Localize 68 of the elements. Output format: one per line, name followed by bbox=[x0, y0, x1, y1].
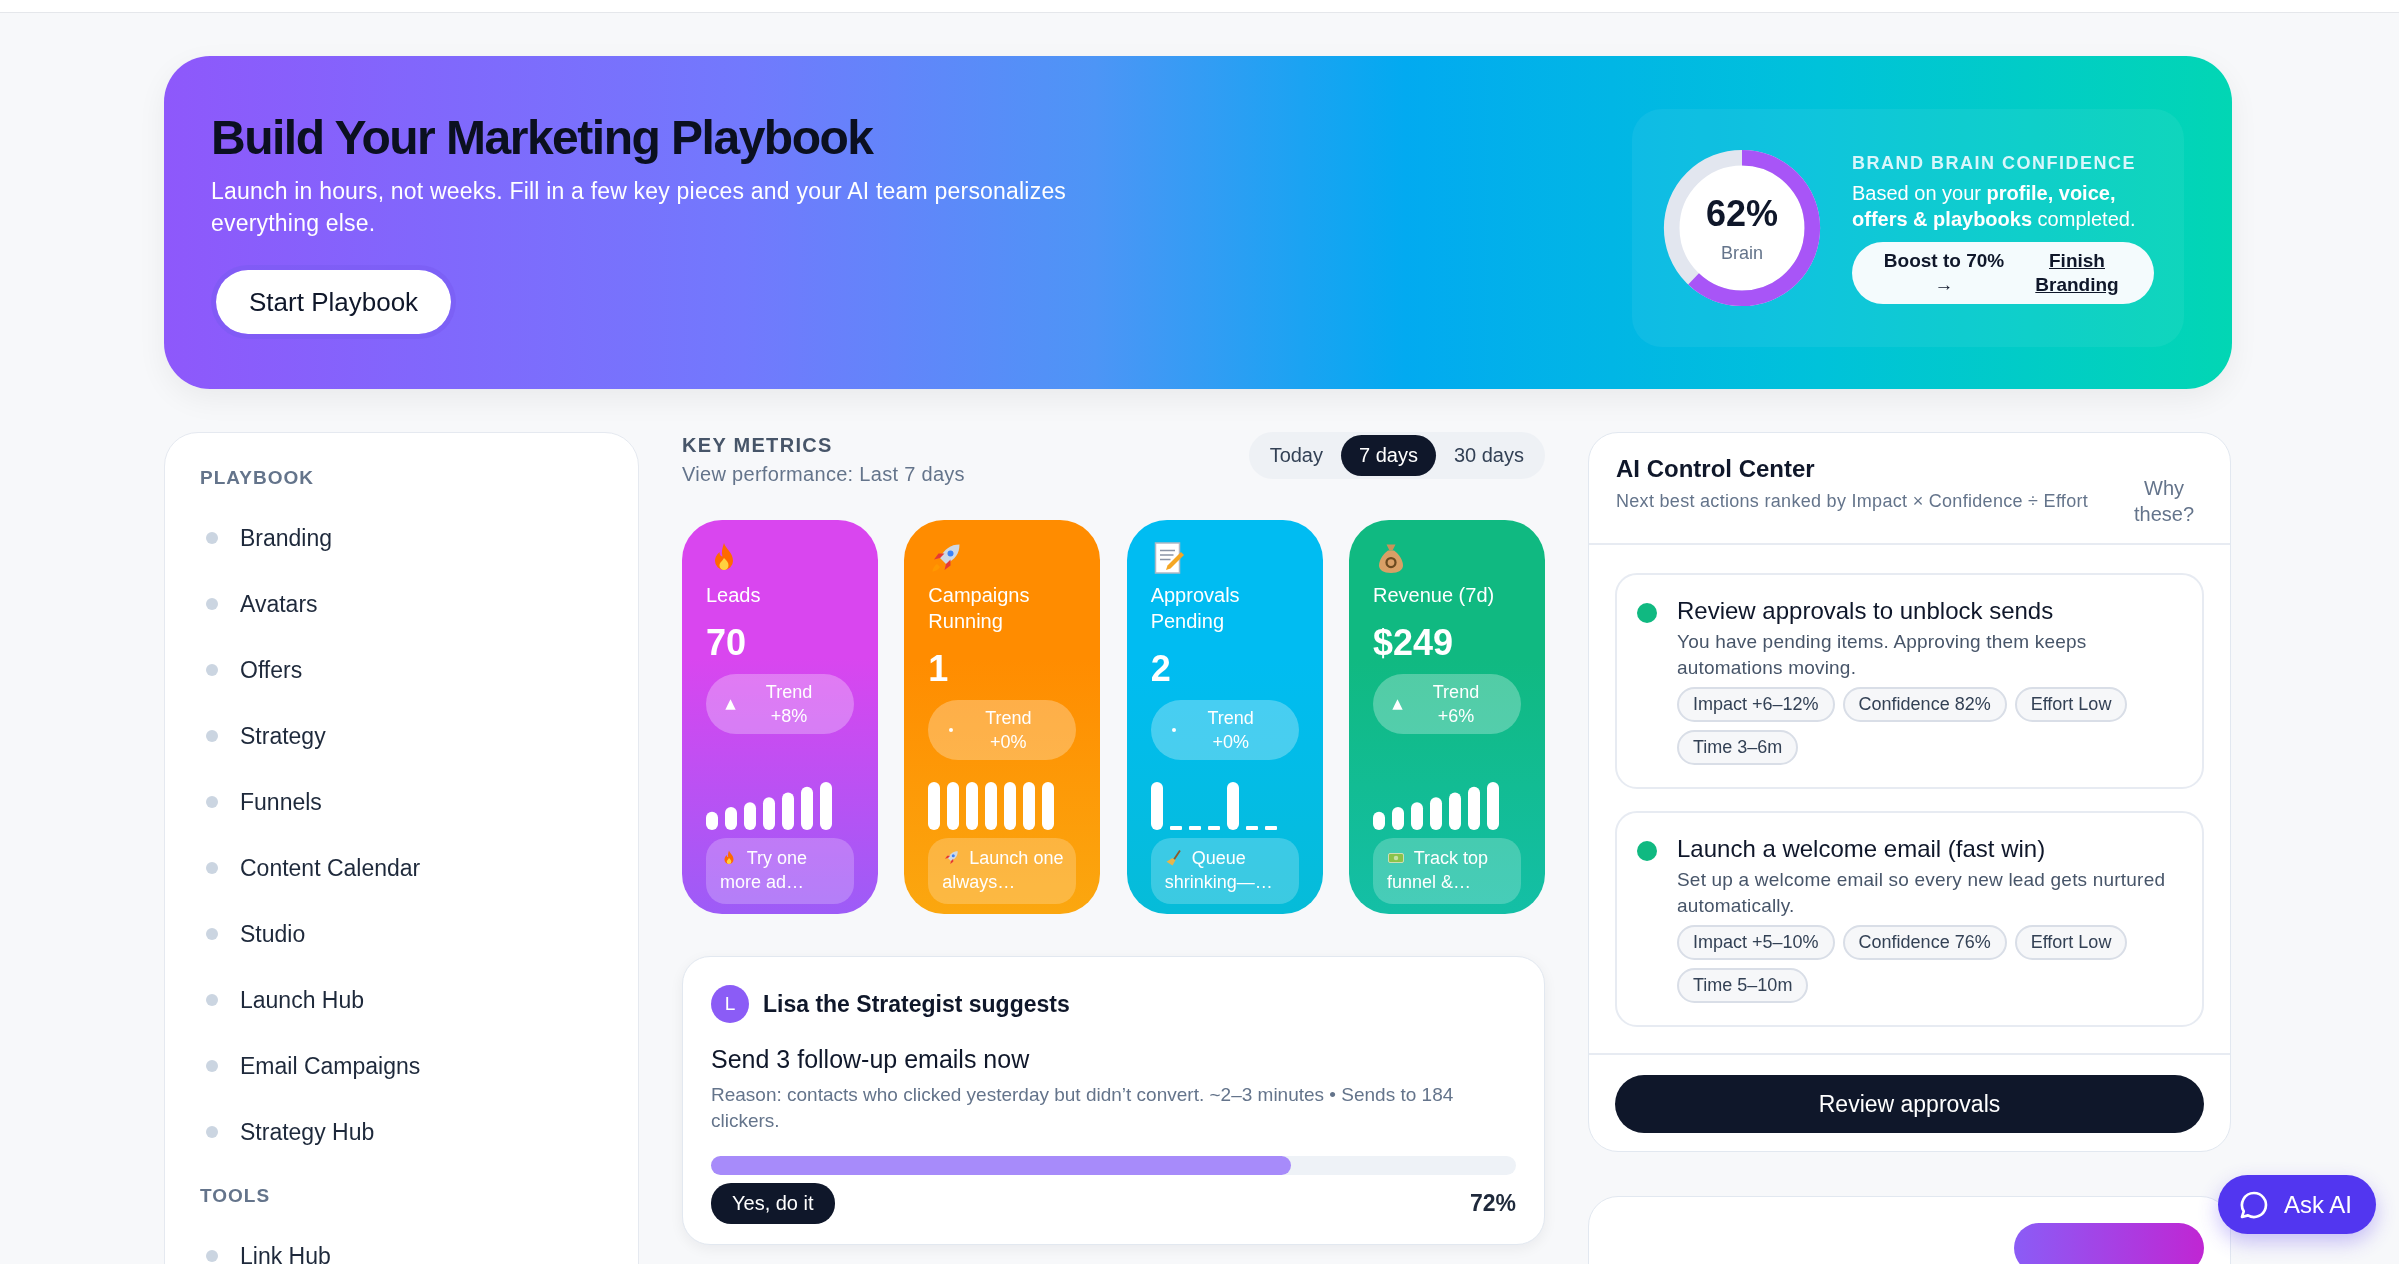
trend-text: Trend +8% bbox=[764, 681, 814, 728]
suggestion-reason: Reason: contacts who clicked yesterday but didn’t convert. ~2–3 minutes • Sends to 184 clickers. bbox=[711, 1083, 1455, 1133]
progress-percent: 72% bbox=[1469, 1190, 1516, 1217]
ask-ai-button[interactable]: Ask AI bbox=[2218, 1175, 2377, 1234]
metric-label: Campaigns Running bbox=[928, 583, 1031, 634]
metric-chip: Impact +5–10% bbox=[1677, 925, 1835, 960]
start-playbook-button[interactable]: Start Playbook bbox=[211, 265, 457, 339]
metric-chip: Effort Low bbox=[2014, 687, 2128, 722]
metric-chip: Confidence 76% bbox=[1842, 925, 2007, 960]
control-center-subtitle: Next best actions ranked by Impact × Confidence ÷ Effort bbox=[1616, 490, 2090, 513]
confidence-text: Based on your profile, voice, offers & playbooks completed. bbox=[1852, 180, 2137, 232]
trend-text: Trend +6% bbox=[1431, 681, 1481, 728]
metric-chip: Impact +6–12% bbox=[1677, 687, 1835, 722]
finish-branding-link[interactable]: Finish Branding bbox=[2027, 248, 2127, 297]
sidebar-item[interactable]: Strategy bbox=[200, 703, 638, 769]
range-tab[interactable]: 30 days bbox=[1435, 435, 1542, 476]
metric-chip: Time 3–6m bbox=[1677, 730, 1799, 765]
metric-chip: Effort Low bbox=[2014, 925, 2128, 960]
action-title: Review approvals to unblock sends bbox=[1677, 597, 2055, 625]
sidebar-item[interactable]: Launch Hub bbox=[200, 967, 638, 1033]
metric-value: 1 bbox=[928, 648, 950, 690]
trend-text: Trend +0% bbox=[984, 707, 1033, 754]
confidence-heading: BRAND BRAIN CONFIDENCE bbox=[1852, 152, 2137, 174]
range-tab[interactable]: Today bbox=[1251, 435, 1341, 476]
tip-text: Launch one always… bbox=[942, 847, 1065, 894]
review-approvals-button[interactable]: Review approvals bbox=[1615, 1075, 2204, 1133]
metric-chip: Time 5–10m bbox=[1677, 968, 1809, 1003]
hero-subtitle: Launch in hours, not weeks. Fill in a few key pieces and your AI team personalizes everything else. bbox=[211, 177, 1068, 238]
sidebar-item[interactable]: Content Calendar bbox=[200, 835, 638, 901]
suggestion-title: Lisa the Strategist suggests bbox=[763, 990, 1070, 1018]
rocket-icon bbox=[942, 849, 961, 867]
metric-value: 70 bbox=[706, 622, 748, 664]
hero-title: Build Your Marketing Playbook bbox=[211, 110, 875, 165]
metric-label: Leads bbox=[706, 583, 762, 608]
confidence-caption: Brain bbox=[1721, 242, 1763, 264]
broom-icon bbox=[1164, 849, 1183, 867]
boost-text: Boost to 70% → bbox=[1882, 248, 2006, 297]
sidebar-item[interactable]: Avatars bbox=[200, 571, 638, 637]
trend-text: Trend +0% bbox=[1206, 707, 1255, 754]
sidebar-item[interactable]: Strategy Hub bbox=[200, 1099, 638, 1165]
action-description: You have pending items. Approving them keeps automations moving. bbox=[1677, 630, 2088, 680]
metric-label: Revenue (7d) bbox=[1373, 583, 1496, 608]
sidebar-heading: PLAYBOOK bbox=[200, 467, 315, 489]
tip-text: Try one more ad… bbox=[720, 847, 809, 894]
action-title: Launch a welcome email (fast win) bbox=[1677, 835, 2047, 863]
control-center-title: AI Control Center bbox=[1616, 455, 1816, 483]
sidebar-item[interactable]: Offers bbox=[200, 637, 638, 703]
metric-value: $249 bbox=[1373, 622, 1455, 664]
metrics-heading: KEY METRICS bbox=[682, 434, 834, 457]
tip-text: Queue shrinking—… bbox=[1164, 847, 1274, 894]
why-these-link[interactable]: Why these? bbox=[2124, 475, 2204, 527]
sidebar-heading: TOOLS bbox=[200, 1185, 272, 1207]
range-tab[interactable]: 7 days bbox=[1341, 435, 1436, 476]
avatar: L bbox=[711, 985, 749, 1023]
sidebar-item[interactable]: Branding bbox=[200, 505, 638, 571]
metric-chip: Confidence 82% bbox=[1842, 687, 2007, 722]
sidebar-item[interactable]: Link Hub bbox=[200, 1223, 638, 1264]
metrics-subtitle: View performance: Last 7 days bbox=[682, 463, 965, 486]
metric-label: Approvals Pending bbox=[1150, 583, 1241, 634]
tip-text: Track top funnel &… bbox=[1387, 847, 1489, 894]
metric-value: 2 bbox=[1150, 648, 1172, 690]
yes-button[interactable]: Yes, do it bbox=[711, 1183, 835, 1224]
sidebar-item[interactable]: Email Campaigns bbox=[200, 1033, 638, 1099]
sidebar-item[interactable]: Funnels bbox=[200, 769, 638, 835]
suggestion-headline: Send 3 follow-up emails now bbox=[711, 1045, 1031, 1074]
confidence-value: 62% bbox=[1705, 192, 1779, 235]
action-description: Set up a welcome email so every new lead gets nurtured automatically. bbox=[1677, 868, 2167, 918]
sidebar-item[interactable]: Studio bbox=[200, 901, 638, 967]
